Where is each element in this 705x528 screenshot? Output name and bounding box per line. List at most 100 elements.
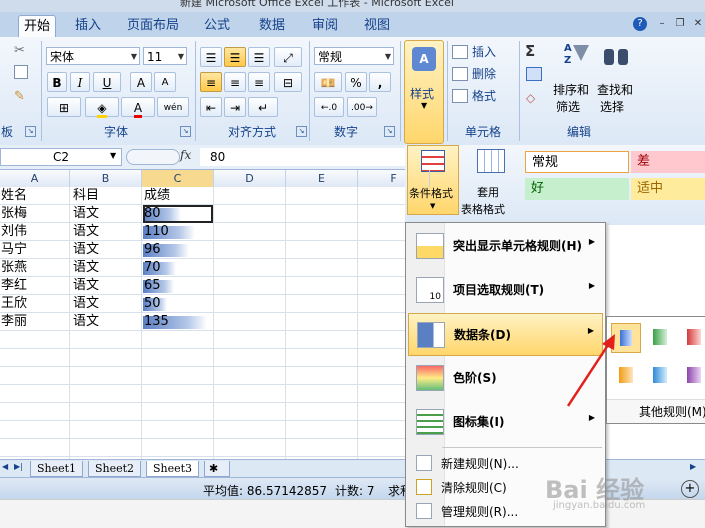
number-format-select[interactable]: 常规 ▼ xyxy=(314,47,394,65)
cell-subject[interactable]: 语文 xyxy=(72,313,142,331)
align-top-button[interactable]: ☰ xyxy=(200,47,222,67)
wrap-text-button[interactable]: ↵ xyxy=(248,97,278,117)
underline-button[interactable]: U xyxy=(93,72,121,92)
more-rules-button[interactable]: 其他规则(M)... xyxy=(607,399,705,423)
tab-formulas[interactable]: 公式 xyxy=(193,15,241,37)
cell-subject[interactable]: 语文 xyxy=(72,241,142,259)
header-cell-score[interactable]: 成绩 xyxy=(143,187,213,205)
cell-name[interactable]: 马宁 xyxy=(0,241,70,259)
cell-name[interactable]: 李红 xyxy=(0,277,70,295)
insert-cells-button[interactable]: 插入 xyxy=(472,43,496,60)
copy-icon[interactable] xyxy=(14,65,28,79)
cell-score[interactable]: 65 xyxy=(143,277,213,295)
number-launcher-icon[interactable]: ↘ xyxy=(384,126,395,137)
cell-score[interactable]: 50 xyxy=(143,295,213,313)
sheet-tab-2[interactable]: Sheet2 xyxy=(88,461,142,477)
column-header[interactable]: E xyxy=(286,170,358,187)
help-icon[interactable]: ? xyxy=(633,17,647,31)
format-painter-icon[interactable]: ✎ xyxy=(14,89,25,104)
close-icon[interactable]: ✕ xyxy=(691,17,705,31)
cell-name[interactable]: 张燕 xyxy=(0,259,70,277)
cell-score[interactable]: 70 xyxy=(143,259,213,277)
sheet-tab-1[interactable]: Sheet1 xyxy=(30,461,84,477)
autosum-button[interactable]: Σ xyxy=(525,42,535,60)
clipboard-launcher-icon[interactable]: ↘ xyxy=(25,126,36,137)
increase-decimal-button[interactable]: ←.0 xyxy=(314,97,344,117)
bold-button[interactable]: B xyxy=(47,72,67,92)
clear-icon[interactable]: ◇ xyxy=(526,91,535,105)
decrease-decimal-button[interactable]: .00→ xyxy=(347,97,377,117)
column-header[interactable]: B xyxy=(70,170,142,187)
cell-subject[interactable]: 语文 xyxy=(72,205,142,223)
sheet-tab-3[interactable]: Sheet3 xyxy=(146,461,200,477)
cut-icon[interactable]: ✂ xyxy=(14,43,25,58)
align-bottom-button[interactable]: ☰ xyxy=(248,47,270,67)
increase-indent-button[interactable]: ⇥ xyxy=(224,97,246,117)
find-select-label-1[interactable]: 查找和 xyxy=(597,81,633,98)
sheet-nav-prev-icon[interactable]: ◀ xyxy=(2,462,8,471)
align-left-button[interactable]: ≡ xyxy=(200,72,222,92)
borders-button[interactable]: ⊞ xyxy=(47,97,81,117)
restore-icon[interactable]: ❐ xyxy=(673,17,687,31)
italic-button[interactable]: I xyxy=(70,72,90,92)
fill-icon[interactable] xyxy=(526,67,542,81)
currency-button[interactable]: 💴 xyxy=(314,72,342,92)
font-size-select[interactable]: 11 ▼ xyxy=(143,47,187,65)
fill-color-button[interactable]: ◈ xyxy=(85,97,119,118)
databar-green-option[interactable] xyxy=(645,323,675,353)
style-good[interactable]: 好 xyxy=(525,178,629,200)
find-select-label-2[interactable]: 选择 xyxy=(600,98,624,115)
insert-function-icon[interactable]: fx xyxy=(180,148,191,162)
databar-lightblue-option[interactable] xyxy=(645,361,675,391)
phonetic-button[interactable]: wén xyxy=(157,97,189,117)
tab-home[interactable]: 开始 xyxy=(18,15,56,38)
style-neutral[interactable]: 适中 xyxy=(631,178,705,200)
column-header[interactable]: A xyxy=(0,170,70,187)
format-cells-button[interactable]: 格式 xyxy=(472,87,496,104)
cell-score[interactable]: 135 xyxy=(143,313,213,331)
cell-subject[interactable]: 语文 xyxy=(72,223,142,241)
cell-name[interactable]: 王欣 xyxy=(0,295,70,313)
formula-bar-splitter[interactable] xyxy=(126,149,180,165)
header-cell-name[interactable]: 姓名 xyxy=(0,187,70,205)
cell-subject[interactable]: 语文 xyxy=(72,295,142,313)
column-header[interactable]: F xyxy=(358,170,430,187)
align-middle-button[interactable]: ☰ xyxy=(224,47,246,67)
align-right-button[interactable]: ≡ xyxy=(248,72,270,92)
cell-score[interactable]: 96 xyxy=(143,241,213,259)
cell-score[interactable]: 80 xyxy=(143,205,213,223)
worksheet-grid[interactable]: 姓名 科目 成绩 张梅 语文 80 刘伟 语文 110 马宁 语文 96 张燕 语文 70 李红 语文 65… xyxy=(0,187,405,459)
scroll-right-icon[interactable]: ▶ xyxy=(690,462,696,471)
cell-score[interactable]: 110 xyxy=(143,223,213,241)
databar-red-option[interactable] xyxy=(679,323,705,353)
tab-data[interactable]: 数据 xyxy=(248,15,296,37)
cell-name[interactable]: 张梅 xyxy=(0,205,70,223)
tab-review[interactable]: 审阅 xyxy=(303,15,347,37)
column-header[interactable]: D xyxy=(214,170,286,187)
sheet-nav-last-icon[interactable]: ▶| xyxy=(14,462,23,471)
menu-item-top-bottom-rules[interactable]: 10 项目选取规则(T) ▶ xyxy=(408,269,603,312)
styles-button[interactable]: A 样式 ▼ xyxy=(404,40,444,144)
insert-sheet-icon[interactable]: ✱ xyxy=(204,461,230,477)
cell-name[interactable]: 李丽 xyxy=(0,313,70,331)
minimize-icon[interactable]: – xyxy=(655,17,669,31)
style-normal[interactable]: 常规 xyxy=(525,151,629,173)
header-cell-subject[interactable]: 科目 xyxy=(72,187,142,205)
merge-center-button[interactable]: ⊟ xyxy=(274,72,302,92)
cell-name[interactable]: 刘伟 xyxy=(0,223,70,241)
name-box[interactable]: C2 xyxy=(0,148,122,166)
alignment-launcher-icon[interactable]: ↘ xyxy=(296,126,307,137)
menu-item-highlight-rules[interactable]: 突出显示单元格规则(H) ▶ xyxy=(408,225,603,268)
orientation-button[interactable]: ⤢ xyxy=(274,47,302,67)
zoom-in-icon[interactable]: + xyxy=(681,480,699,498)
align-center-button[interactable]: ≡ xyxy=(224,72,246,92)
percent-button[interactable]: % xyxy=(345,72,367,92)
tab-view[interactable]: 视图 xyxy=(353,15,401,37)
chevron-down-icon[interactable]: ▼ xyxy=(110,151,116,160)
style-bad[interactable]: 差 xyxy=(631,151,705,173)
sort-filter-label-2[interactable]: 筛选 xyxy=(556,98,580,115)
font-name-select[interactable]: 宋体 ▼ xyxy=(46,47,140,65)
grow-font-button[interactable]: A xyxy=(130,72,152,92)
cell-subject[interactable]: 语文 xyxy=(72,259,142,277)
font-launcher-icon[interactable]: ↘ xyxy=(180,126,191,137)
